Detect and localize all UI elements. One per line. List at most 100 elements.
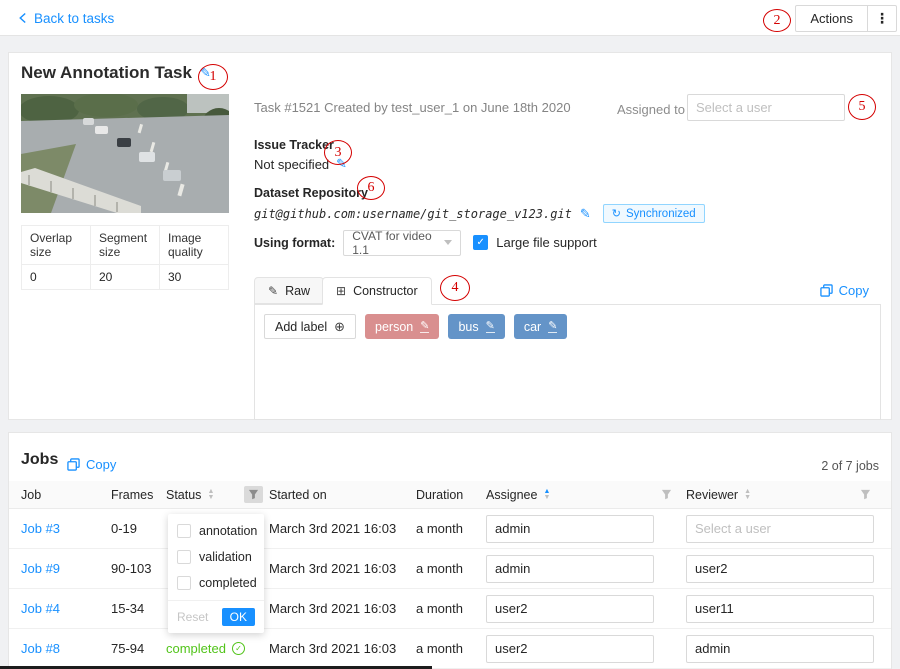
reviewer-select[interactable] bbox=[686, 595, 874, 623]
column-header-job: Job bbox=[21, 488, 111, 502]
status-completed-text: completed bbox=[166, 641, 226, 656]
started-cell: March 3rd 2021 16:03 bbox=[269, 521, 416, 536]
jobs-table: Job Frames Status ▲ ▼ Started on Duratio… bbox=[9, 481, 891, 669]
job-link[interactable]: Job #8 bbox=[21, 641, 60, 656]
filter-ok-button[interactable]: OK bbox=[222, 608, 255, 626]
duration-cell: a month bbox=[416, 561, 486, 576]
job-link[interactable]: Job #9 bbox=[21, 561, 60, 576]
filter-option-label: annotation bbox=[199, 524, 257, 538]
sort-caret-down-icon: ▼ bbox=[744, 495, 751, 501]
jobs-title: Jobs bbox=[21, 451, 58, 469]
label-chip-text: person bbox=[375, 320, 413, 334]
synchronized-label: Synchronized bbox=[626, 208, 696, 220]
copy-labels-button[interactable]: Copy bbox=[820, 283, 869, 298]
frames-cell: 75-94 bbox=[111, 641, 166, 656]
jobs-table-header: Job Frames Status ▲ ▼ Started on Duratio… bbox=[9, 481, 891, 509]
edit-label-icon[interactable]: ✎ bbox=[420, 321, 429, 333]
job-link[interactable]: Job #4 bbox=[21, 601, 60, 616]
format-row: Using format: CVAT for video 1.1 ✓ Large… bbox=[254, 229, 597, 256]
cvat-task-detail-page: Back to tasks Actions ⋮ New Annotation T… bbox=[0, 0, 900, 669]
started-cell: March 3rd 2021 16:03 bbox=[269, 561, 416, 576]
add-label-text: Add label bbox=[275, 320, 327, 334]
filter-reset-button[interactable]: Reset bbox=[177, 610, 208, 624]
large-file-checkbox[interactable]: ✓ bbox=[473, 235, 488, 250]
assignee-select[interactable] bbox=[486, 555, 654, 583]
duration-cell: a month bbox=[416, 521, 486, 536]
label-chip-car[interactable]: car ✎ bbox=[514, 314, 568, 339]
tab-constructor[interactable]: ⊞ Constructor bbox=[322, 277, 432, 305]
back-to-tasks-link[interactable]: Back to tasks bbox=[18, 0, 114, 36]
task-params-table: Overlap size Segment size Image quality … bbox=[21, 225, 229, 290]
task-assignee-select[interactable] bbox=[687, 94, 845, 121]
reviewer-select[interactable] bbox=[686, 515, 874, 543]
checkbox[interactable] bbox=[177, 524, 191, 538]
checkbox[interactable] bbox=[177, 550, 191, 564]
filter-option-label: completed bbox=[199, 576, 257, 590]
job-row: Job #4 15-34 March 3rd 2021 16:03 a mont… bbox=[9, 589, 891, 629]
checkbox[interactable] bbox=[177, 576, 191, 590]
filter-option-validation[interactable]: validation bbox=[168, 544, 264, 570]
add-label-plus-icon: ⊕ bbox=[334, 319, 345, 335]
more-menu-icon[interactable]: ⋮ bbox=[868, 6, 896, 31]
column-header-reviewer[interactable]: Reviewer ▲ ▼ bbox=[686, 486, 879, 503]
status-cell: completed ✓ bbox=[166, 641, 269, 656]
param-value: 20 bbox=[91, 265, 160, 290]
assignee-filter-funnel-icon[interactable] bbox=[657, 486, 676, 503]
tab-constructor-label: Constructor bbox=[353, 284, 418, 298]
copy-jobs-button[interactable]: Copy bbox=[67, 457, 116, 472]
sort-icon[interactable]: ▲ ▼ bbox=[744, 489, 751, 501]
edit-repository-icon[interactable]: ✎ bbox=[580, 206, 591, 222]
copy-icon bbox=[820, 284, 833, 297]
edit-label-icon[interactable]: ✎ bbox=[548, 321, 557, 333]
label-chip-person[interactable]: person ✎ bbox=[365, 314, 439, 339]
issue-tracker-label: Issue Tracker bbox=[254, 138, 334, 152]
param-header: Segment size bbox=[91, 226, 160, 265]
callout-3: 3 bbox=[324, 140, 352, 165]
reviewer-header-label: Reviewer bbox=[686, 488, 738, 502]
sync-icon: ↻ bbox=[612, 207, 621, 220]
column-header-status[interactable]: Status ▲ ▼ bbox=[166, 486, 269, 503]
duration-cell: a month bbox=[416, 641, 486, 656]
copy-label: Copy bbox=[839, 283, 869, 298]
frames-cell: 90-103 bbox=[111, 561, 166, 576]
copy-label: Copy bbox=[86, 457, 116, 472]
assignee-select[interactable] bbox=[486, 515, 654, 543]
task-meta: Task #1521 Created by test_user_1 on Jun… bbox=[254, 100, 571, 115]
task-title-text: New Annotation Task bbox=[21, 63, 192, 83]
reviewer-select[interactable] bbox=[686, 555, 874, 583]
column-header-started: Started on bbox=[269, 488, 416, 502]
frames-cell: 0-19 bbox=[111, 521, 166, 536]
job-link[interactable]: Job #3 bbox=[21, 521, 60, 536]
reviewer-filter-funnel-icon[interactable] bbox=[856, 486, 875, 503]
assignee-select[interactable] bbox=[486, 595, 654, 623]
assignee-select[interactable] bbox=[486, 635, 654, 663]
label-chip-bus[interactable]: bus ✎ bbox=[448, 314, 504, 339]
sort-icon[interactable]: ▲ ▼ bbox=[207, 489, 214, 501]
assigned-to-label: Assigned to bbox=[617, 102, 685, 117]
tab-raw[interactable]: ✎ Raw bbox=[254, 277, 324, 304]
constructor-tab-icon: ⊞ bbox=[336, 284, 346, 298]
copy-icon bbox=[67, 458, 80, 471]
frames-cell: 15-34 bbox=[111, 601, 166, 616]
filter-option-annotation[interactable]: annotation bbox=[168, 518, 264, 544]
status-filter-funnel-icon[interactable] bbox=[244, 486, 263, 503]
label-chip-text: car bbox=[524, 320, 541, 334]
status-filter-dropdown: annotation validation completed Reset OK bbox=[168, 514, 264, 633]
task-detail-card: New Annotation Task ✎ bbox=[8, 52, 892, 420]
add-label-button[interactable]: Add label ⊕ bbox=[264, 314, 356, 339]
chevron-down-icon bbox=[444, 240, 452, 245]
actions-button[interactable]: Actions ⋮ bbox=[795, 5, 897, 32]
tab-raw-label: Raw bbox=[285, 284, 310, 298]
started-cell: March 3rd 2021 16:03 bbox=[269, 641, 416, 656]
filter-option-completed[interactable]: completed bbox=[168, 570, 264, 596]
issue-tracker-text: Not specified bbox=[254, 157, 329, 172]
callout-1: 1 bbox=[198, 64, 228, 90]
reviewer-select[interactable] bbox=[686, 635, 874, 663]
jobs-count: 2 of 7 jobs bbox=[821, 459, 879, 473]
sort-icon[interactable]: ▲ ▼ bbox=[543, 489, 550, 501]
filter-footer: Reset OK bbox=[168, 600, 264, 633]
column-header-assignee[interactable]: Assignee ▲ ▼ bbox=[486, 486, 686, 503]
task-preview-image bbox=[21, 94, 229, 213]
edit-label-icon[interactable]: ✎ bbox=[486, 321, 495, 333]
format-select[interactable]: CVAT for video 1.1 bbox=[343, 230, 461, 256]
